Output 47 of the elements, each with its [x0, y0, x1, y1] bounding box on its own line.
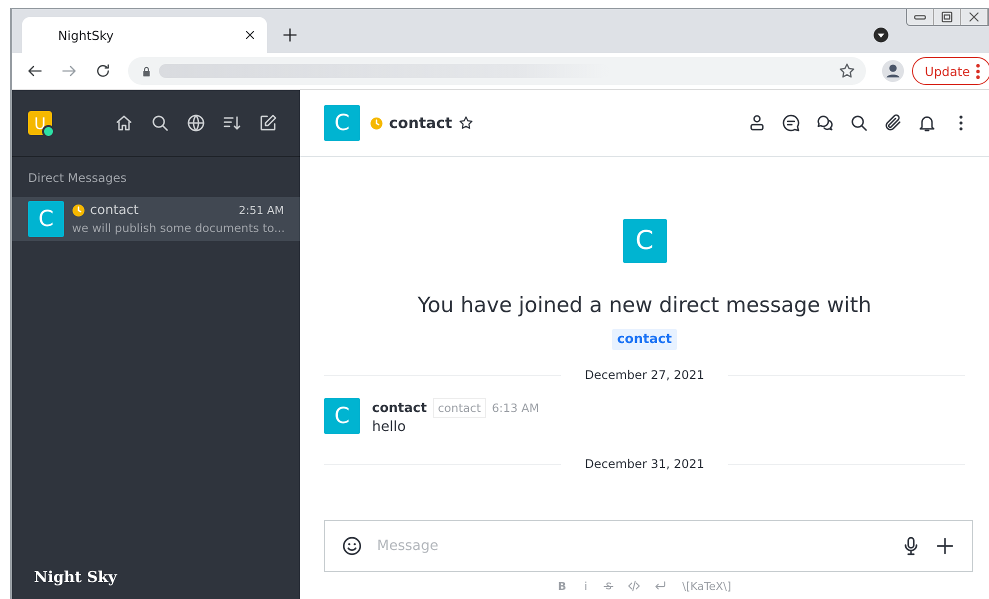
message-text: hello [372, 419, 407, 435]
room-title: contact [389, 114, 452, 132]
tab-title: NightSky [58, 28, 115, 42]
message-composer[interactable]: Message [324, 520, 973, 572]
code-icon[interactable] [627, 579, 642, 593]
strikethrough-icon[interactable] [602, 580, 616, 592]
edit-icon[interactable] [258, 113, 278, 133]
star-icon[interactable] [838, 62, 856, 80]
star-icon[interactable] [458, 115, 474, 131]
katex-button[interactable]: \[KaTeX\] [679, 580, 734, 592]
contact-avatar: C [324, 105, 360, 141]
mention-link[interactable]: contact [612, 329, 677, 350]
message-time: 6:13 AM [492, 401, 540, 415]
message-preview: we will publish some documents to... [72, 221, 284, 235]
bold-button[interactable]: B [554, 580, 570, 592]
contact-avatar: C [622, 219, 666, 263]
plus-icon[interactable] [934, 535, 956, 557]
browser-tab[interactable]: NightSky [22, 17, 267, 53]
italic-button[interactable]: i [581, 580, 590, 592]
brand-logo: Night Sky [33, 568, 118, 588]
reload-icon[interactable] [94, 62, 112, 80]
chat-icon[interactable] [781, 113, 801, 133]
close-icon[interactable] [243, 28, 257, 42]
emoji-icon[interactable] [341, 535, 363, 557]
dropdown-icon[interactable] [873, 27, 889, 43]
contact-avatar: C [28, 201, 64, 237]
plus-icon[interactable] [281, 26, 299, 44]
date-divider: December 31, 2021 [584, 457, 704, 471]
message-time: 2:51 AM [238, 204, 284, 217]
paperclip-icon[interactable] [883, 113, 903, 133]
profile-icon[interactable] [882, 60, 904, 82]
author-name[interactable]: contact [372, 400, 427, 416]
conversation-item[interactable]: C contact 2:51 AM we will publish some documents to... [12, 197, 300, 241]
contact-avatar: C [324, 398, 360, 434]
more-icon [976, 64, 980, 78]
date-divider: December 27, 2021 [584, 368, 704, 382]
discussion-icon[interactable] [815, 113, 835, 133]
globe-icon[interactable] [186, 113, 206, 133]
search-icon[interactable] [150, 113, 170, 133]
update-button[interactable]: Update [912, 57, 989, 85]
home-icon[interactable] [114, 113, 134, 133]
section-title: Direct Messages [27, 170, 128, 187]
intro-text: You have joined a new direct message with [418, 293, 872, 317]
search-icon[interactable] [849, 113, 869, 133]
contact-name: contact [90, 203, 139, 218]
username-tag: contact [432, 398, 486, 418]
message-field[interactable]: Message [375, 537, 872, 555]
